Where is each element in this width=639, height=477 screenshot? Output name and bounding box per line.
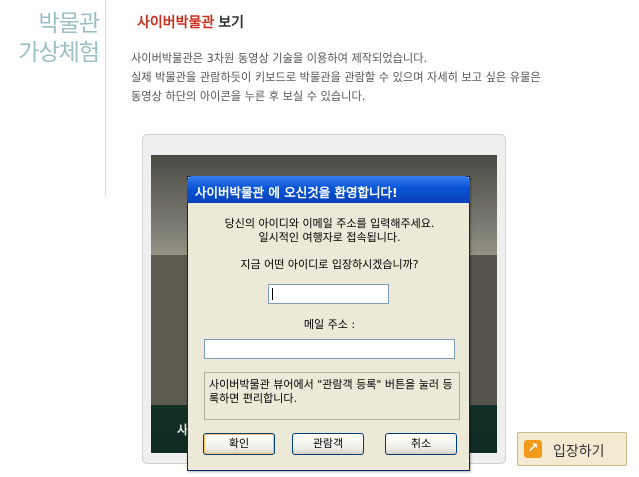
text-caret <box>272 288 273 300</box>
dialog-title: 사이버박물관 에 오신것을 환영합니다! <box>195 185 398 200</box>
enter-button[interactable]: ↗ 입장하기 <box>517 432 627 466</box>
email-input[interactable] <box>204 339 455 359</box>
welcome-dialog: 사이버박물관 에 오신것을 환영합니다! 당신의 아이디와 이메일 주소를 입력… <box>187 176 470 471</box>
ok-button[interactable]: 확인 <box>203 433 275 455</box>
cancel-button[interactable]: 취소 <box>385 433 457 455</box>
description-line: 실제 박물관을 관람하듯이 키보드로 박물관을 관람할 수 있으며 자세히 보고… <box>131 71 541 84</box>
registration-notice: 사이버박물관 뷰어에서 "관람객 등록" 버튼을 눌러 등록하면 편리합니다. <box>204 372 460 420</box>
guest-button[interactable]: 관람객 <box>292 433 364 455</box>
page-title: 사이버박물관 보기 <box>137 12 244 32</box>
brand-column: 박물관 가상체험 <box>0 0 106 195</box>
email-label: 메일 주소 : <box>303 318 356 331</box>
description-line: 동영상 하단의 아이콘을 누른 후 보실 수 있습니다. <box>131 90 366 103</box>
dialog-message: 일시적인 여행자로 접속됩니다. <box>258 231 401 244</box>
dialog-message: 당신의 아이디와 이메일 주소를 입력해주세요. <box>224 217 435 230</box>
enter-button-label: 입장하기 <box>553 444 605 460</box>
brand-title-line2: 가상체험 <box>18 40 100 66</box>
dialog-question: 지금 어떤 아이디로 입장하시겠습니까? <box>240 258 419 271</box>
dialog-titlebar[interactable]: 사이버박물관 에 오신것을 환영합니다! <box>187 176 470 203</box>
arrow-up-right-icon: ↗ <box>524 440 542 458</box>
page-title-sub: 보기 <box>218 15 245 31</box>
description-line: 사이버박물관은 3차원 동영상 기술을 이용하여 제작되었습니다. <box>131 52 428 65</box>
page-title-main: 사이버박물관 <box>137 15 215 31</box>
id-input[interactable] <box>268 284 389 304</box>
description: 사이버박물관은 3차원 동영상 기술을 이용하여 제작되었습니다. 실제 박물관… <box>131 49 631 106</box>
